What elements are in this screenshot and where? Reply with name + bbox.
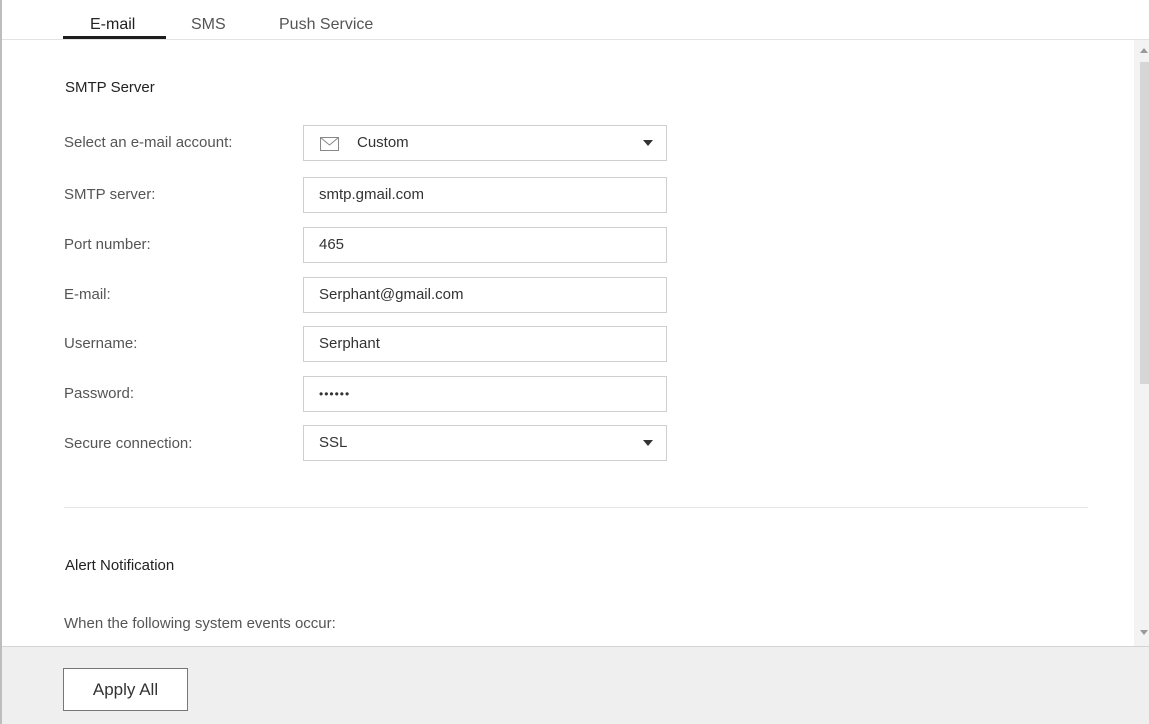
- tab-sms[interactable]: SMS: [191, 16, 226, 34]
- chevron-down-icon: [643, 140, 653, 146]
- scroll-up-icon[interactable]: [1140, 48, 1148, 53]
- username-input[interactable]: Serphant: [303, 326, 667, 362]
- secure-connection-value: SSL: [319, 434, 348, 451]
- password-label: Password:: [64, 385, 135, 402]
- tab-email[interactable]: E-mail: [90, 16, 135, 34]
- footer-bar: Apply All: [2, 646, 1149, 724]
- smtp-server-input[interactable]: smtp.gmail.com: [303, 177, 667, 213]
- port-number-label: Port number:: [64, 236, 151, 253]
- email-label: E-mail:: [64, 286, 111, 303]
- apply-all-button[interactable]: Apply All: [63, 668, 188, 711]
- mail-icon: [320, 137, 339, 151]
- alert-description: When the following system events occur:: [64, 615, 336, 632]
- smtp-server-label: SMTP server:: [64, 186, 156, 203]
- vertical-scrollbar[interactable]: [1134, 40, 1149, 646]
- account-select[interactable]: Custom: [303, 125, 667, 161]
- secure-connection-label: Secure connection:: [64, 435, 193, 452]
- scrollbar-thumb[interactable]: [1140, 62, 1149, 384]
- scroll-down-icon[interactable]: [1140, 630, 1148, 635]
- settings-content: SMTP Server Select an e-mail account: Cu…: [2, 40, 1134, 646]
- email-input[interactable]: Serphant@gmail.com: [303, 277, 667, 313]
- account-label: Select an e-mail account:: [64, 134, 233, 151]
- tab-bar: E-mail SMS Push Service: [2, 0, 1149, 40]
- password-input[interactable]: ••••••: [303, 376, 667, 412]
- alert-section-title: Alert Notification: [65, 557, 175, 574]
- section-divider: [64, 507, 1088, 508]
- secure-connection-select[interactable]: SSL: [303, 425, 667, 461]
- active-tab-indicator: [63, 36, 166, 39]
- port-number-input[interactable]: 465: [303, 227, 667, 263]
- chevron-down-icon: [643, 440, 653, 446]
- username-label: Username:: [64, 335, 138, 352]
- account-select-value: Custom: [357, 134, 409, 151]
- smtp-section-title: SMTP Server: [65, 79, 155, 96]
- settings-window: E-mail SMS Push Service SMTP Server Sele…: [0, 0, 1149, 724]
- tab-push-service[interactable]: Push Service: [279, 16, 373, 34]
